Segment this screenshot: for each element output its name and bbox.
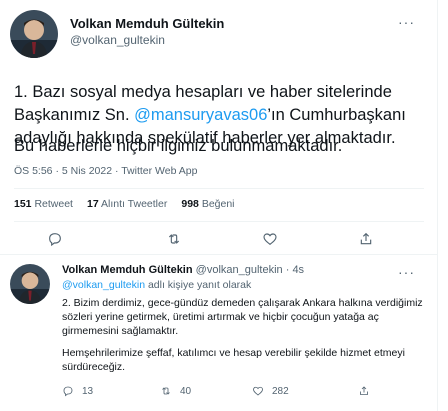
quote-stat[interactable]: 17 Alıntı Tweetler: [87, 198, 167, 210]
replying-to-handle[interactable]: @volkan_gultekin: [62, 279, 145, 291]
tweet-text-second: Bu haberlerle hiçbir ilgimiz bulunmamakt…: [14, 137, 343, 155]
replying-to-suffix: adlı kişiye yanıt olarak: [145, 279, 252, 291]
share-icon[interactable]: [357, 230, 375, 248]
reply-time[interactable]: · 4s: [286, 264, 304, 276]
reply-like-button[interactable]: 282: [252, 385, 289, 397]
author-handle[interactable]: @volkan_gultekin: [70, 33, 165, 47]
more-icon[interactable]: ···: [398, 14, 415, 30]
more-icon[interactable]: ···: [398, 264, 415, 280]
quote-count: 17: [86, 198, 99, 210]
like-label: Beğeni: [201, 198, 235, 210]
retweet-stat[interactable]: 151 Retweet: [14, 198, 73, 210]
reply-share-button[interactable]: [358, 385, 370, 397]
reply-actions: 13 40 282: [62, 385, 402, 401]
like-count: 998: [181, 198, 199, 210]
reply-author-avatar[interactable]: [10, 264, 50, 304]
divider: [14, 188, 424, 189]
tweet-timestamp[interactable]: ÖS 5:56 · 5 Nis 2022 · Twitter Web App: [14, 165, 197, 177]
reply-author-handle[interactable]: @volkan_gultekin: [196, 264, 283, 276]
reply-text: 2. Bizim derdimiz, gece-gündüz demeden ç…: [62, 297, 423, 337]
retweet-icon[interactable]: [165, 230, 183, 248]
retweet-count: 40: [180, 385, 192, 397]
author-name[interactable]: Volkan Memduh Gültekin: [70, 16, 224, 31]
like-count: 282: [272, 385, 289, 397]
reply-author-name[interactable]: Volkan Memduh Gültekin: [62, 264, 193, 276]
retweet-count: 151: [14, 198, 32, 210]
retweet-label: Retweet: [34, 198, 73, 210]
quote-label: Alıntı Tweetler: [101, 198, 168, 210]
reply-reply-button[interactable]: 13: [62, 385, 93, 397]
like-icon[interactable]: [261, 230, 279, 248]
divider: [0, 254, 437, 255]
reply-count: 13: [82, 385, 94, 397]
reply-header: Volkan Memduh Gültekin @volkan_gultekin …: [62, 264, 304, 276]
reply-icon[interactable]: [46, 230, 64, 248]
replying-to: @volkan_gultekin adlı kişiye yanıt olara…: [62, 279, 251, 291]
column-border: [437, 0, 438, 411]
reply-retweet-button[interactable]: 40: [160, 385, 191, 397]
tweet-stats: 151 Retweet 17 Alıntı Tweetler 998 Beğen…: [14, 198, 245, 210]
share-icon: [360, 386, 368, 395]
reply-icon: [63, 386, 73, 397]
divider: [14, 221, 424, 222]
like-stat[interactable]: 998 Beğeni: [181, 198, 234, 210]
like-icon: [253, 386, 263, 396]
retweet-icon: [162, 387, 170, 395]
reply-text-second: Hemşehrilerimize şeffaf, katılımcı ve he…: [62, 347, 405, 373]
author-avatar[interactable]: [10, 10, 58, 58]
mention-link[interactable]: @mansuryavas06: [134, 106, 267, 124]
